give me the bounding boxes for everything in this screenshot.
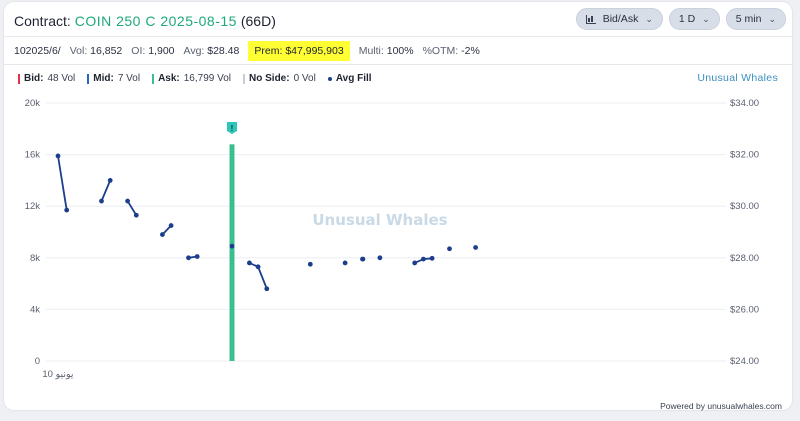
avg-fill-point[interactable] [186,255,191,261]
left-axis-tick: 20k [25,98,41,109]
avg-fill-point[interactable] [307,261,313,267]
avg-fill-point[interactable] [412,260,418,266]
avg-fill-line [100,180,112,202]
left-axis-tick: 4k [30,304,40,315]
avg-fill-point[interactable] [64,207,70,213]
avg-fill-point[interactable] [107,178,113,183]
price-volume-chart: 04k8k12k16k20k $24.00$26.00$28.00$30.00$… [25,98,759,380]
avg-fill-point[interactable] [125,198,130,204]
avg-fill-point[interactable] [55,153,61,159]
avg-fill-point[interactable] [421,256,426,262]
left-axis-ticks: 0 4k 8k 12k 16k 20k [25,98,41,367]
right-axis-tick: $34.00 [730,98,759,109]
x-axis-tick: 10 يونيو [42,369,74,380]
right-axis-tick: $28.00 [730,253,759,264]
grid-lines [46,102,726,362]
avg-fill-point[interactable] [447,246,452,252]
left-axis-tick: 16k [25,150,41,161]
avg-fill-point[interactable] [342,260,348,266]
left-axis-tick: 8k [30,253,40,264]
avg-fill-point[interactable] [255,264,261,270]
avg-fill-point[interactable] [229,243,235,249]
volume-bar[interactable] [229,144,235,361]
volume-bars [229,144,235,361]
right-axis-tick: $26.00 [730,304,759,315]
avg-fill-point[interactable] [264,286,270,292]
avg-fill-point[interactable] [160,232,165,237]
powered-by: Powered by unusualwhales.com [660,401,782,411]
flag-label: ! [231,124,234,133]
right-axis-tick: $24.00 [730,356,759,367]
avg-fill-point[interactable] [377,255,383,261]
avg-fill-line [57,155,68,211]
right-axis-tick: $30.00 [730,201,759,212]
avg-fill-point[interactable] [473,245,478,250]
avg-fill-point[interactable] [168,223,174,228]
avg-fill-point[interactable] [99,198,104,204]
avg-fill-point[interactable] [360,256,366,262]
avg-fill-point[interactable] [194,254,200,259]
right-axis-tick: $32.00 [730,150,759,161]
avg-fill-point[interactable] [429,255,435,261]
x-axis-ticks: 10 يونيو [42,369,74,380]
avg-fill-point[interactable] [247,260,252,266]
left-axis-tick: 0 [35,356,40,367]
watermark: Unusual Whales [312,211,447,229]
left-axis-tick: 12k [25,201,41,212]
avg-fill-point[interactable] [133,212,139,218]
right-axis-ticks: $24.00 $26.00 $28.00 $30.00 $32.00 $34.00 [730,98,759,367]
flag-marker: ! [227,122,237,134]
avg-fill-line [126,200,138,216]
